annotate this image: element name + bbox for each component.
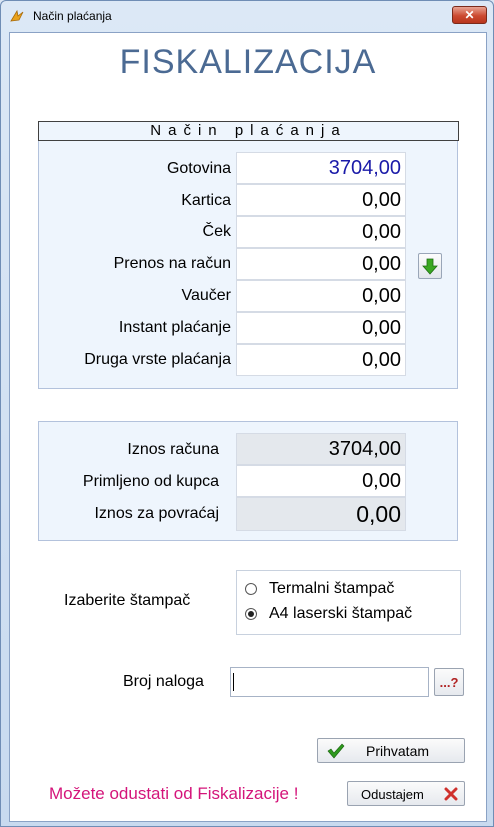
close-x-icon <box>444 787 458 801</box>
payment-row-label: Gotovina <box>166 160 231 177</box>
payment-row-label: Vaučer <box>181 287 231 304</box>
change-amount-field: 0,00 <box>236 497 406 531</box>
payment-row-label: Prenos na račun <box>113 255 231 272</box>
payment-row-label: Kartica <box>181 192 231 209</box>
cancel-button[interactable]: Odustajem <box>347 781 465 806</box>
printer-option-a4[interactable]: A4 laserski štampač <box>245 605 445 625</box>
totals-row-label: Iznos računa <box>127 441 219 458</box>
invoice-amount-field: 3704,00 <box>236 433 406 465</box>
instant-amount-field[interactable]: 0,00 <box>236 312 406 344</box>
window-title: Način plaćanja <box>33 9 112 23</box>
payment-row-label: Instant plaćanje <box>118 319 231 336</box>
close-button[interactable]: ✕ <box>452 6 487 24</box>
cash-amount-field[interactable]: 3704,00 <box>236 152 406 184</box>
printer-option-label: Termalni štampač <box>269 580 395 597</box>
voucher-amount-field[interactable]: 0,00 <box>236 280 406 312</box>
text-cursor <box>233 673 234 691</box>
accept-button-label: Prihvatam <box>366 743 430 759</box>
printer-option-label: A4 laserski štampač <box>269 605 413 622</box>
page-title: FISKALIZACIJA <box>119 43 377 81</box>
order-lookup-button[interactable]: ...? <box>434 668 464 696</box>
card-amount-field[interactable]: 0,00 <box>236 184 406 216</box>
check-icon <box>327 743 345 759</box>
dialog-content: FISKALIZACIJA Način plaćanja Gotovina 37… <box>9 32 487 822</box>
totals-row-label: Primljeno od kupca <box>82 473 219 490</box>
printer-options-group: Termalni štampač A4 laserski štampač <box>236 570 461 635</box>
arrow-down-icon <box>422 258 438 275</box>
payment-row-label: Druga vrste plaćanja <box>84 351 231 368</box>
fill-remaining-button[interactable] <box>418 253 442 279</box>
cancel-note: Možete odustati od Fiskalizacije ! <box>49 784 299 803</box>
received-amount-field[interactable]: 0,00 <box>236 465 406 497</box>
order-number-label: Broj naloga <box>123 673 204 690</box>
transfer-amount-field[interactable]: 0,00 <box>236 248 406 280</box>
printer-option-thermal[interactable]: Termalni štampač <box>245 580 445 600</box>
radio-a4-laser[interactable] <box>245 608 257 620</box>
payment-methods-header: Način plaćanja <box>38 121 459 141</box>
totals-row-label: Iznos za povraćaj <box>94 505 219 522</box>
radio-thermal[interactable] <box>245 583 257 595</box>
payment-methods-panel: Način plaćanja Gotovina 3704,00 Kartica … <box>38 121 459 389</box>
payment-dialog-window: Način plaćanja ✕ FISKALIZACIJA Način pla… <box>0 0 494 827</box>
title-bar[interactable]: Način plaćanja ✕ <box>1 1 493 31</box>
totals-panel: Iznos računa 3704,00 Primljeno od kupca … <box>38 421 458 541</box>
app-icon <box>10 9 24 22</box>
cheque-amount-field[interactable]: 0,00 <box>236 216 406 248</box>
accept-button[interactable]: Prihvatam <box>317 738 465 763</box>
order-number-input[interactable] <box>230 667 429 697</box>
other-amount-field[interactable]: 0,00 <box>236 344 406 376</box>
printer-label: Izaberite štampač <box>64 592 191 609</box>
payment-row-label: Ček <box>202 223 231 240</box>
order-lookup-label: ...? <box>439 675 459 690</box>
cancel-button-label: Odustajem <box>361 787 424 802</box>
